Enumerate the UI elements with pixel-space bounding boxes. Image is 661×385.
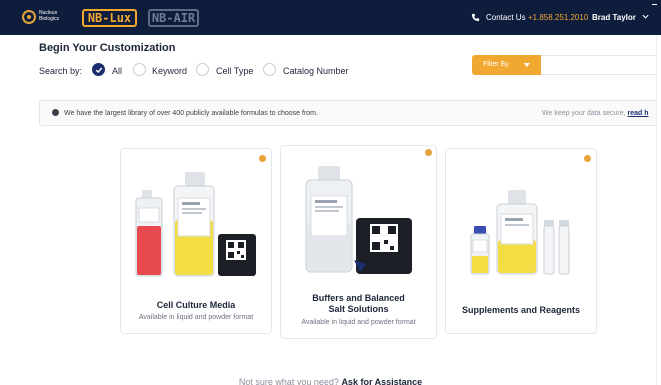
logo-text[interactable]: Nucleus Biologics	[39, 10, 69, 22]
radio-catalog-number-label[interactable]: Catalog Number	[283, 66, 349, 76]
info-banner-text: We have the largest library of over 400 …	[64, 110, 318, 117]
secure-data-notice: We keep your data secure, read h	[542, 110, 649, 117]
radio-keyword[interactable]	[133, 63, 146, 76]
caret-down-icon[interactable]	[524, 63, 530, 67]
card-title-buffers-line2[interactable]: Salt Solutions	[280, 304, 437, 315]
phone-icon	[471, 13, 480, 22]
contact-us-link[interactable]: Contact Us	[486, 13, 526, 22]
page-scrollbar[interactable]	[656, 35, 661, 385]
chevron-down-icon[interactable]	[641, 12, 650, 21]
filter-by-label[interactable]: Filter By	[483, 61, 509, 68]
user-menu[interactable]: Brad Taylor	[592, 13, 636, 22]
card-subtitle: Available in liquid and powder format	[301, 319, 416, 326]
card-indicator-dot	[259, 155, 266, 162]
search-by-label: Search by:	[39, 66, 83, 76]
buffers-salt-solutions-bottle-image	[305, 166, 412, 274]
radio-cell-type-label[interactable]: Cell Type	[216, 66, 253, 76]
card-indicator-dot	[584, 155, 591, 162]
card-subtitle: Available in liquid and powder format	[138, 314, 254, 321]
page-title: Begin Your Customization	[39, 42, 176, 54]
check-icon	[95, 67, 103, 73]
radio-all-label[interactable]: All	[112, 66, 122, 76]
assistance-prompt-text: Not sure what you need?	[238, 377, 339, 385]
radio-keyword-label[interactable]: Keyword	[152, 66, 187, 76]
read-more-link[interactable]: read h	[627, 110, 648, 117]
nb-air-badge[interactable]: NB-AIR	[148, 9, 199, 27]
contact-phone-number[interactable]: +1.858.251.2010	[528, 13, 588, 22]
top-navigation-bar: Nucleus Biologics NB-Lux NB-AIR Contact …	[0, 0, 661, 35]
info-icon	[52, 109, 59, 116]
radio-all[interactable]	[92, 63, 105, 76]
cell-culture-media-bottles-image	[135, 172, 256, 277]
ask-for-assistance-link[interactable]: Ask for Assistance	[341, 377, 422, 385]
card-indicator-dot	[425, 149, 432, 156]
card-title-cell-culture-media[interactable]: Cell Culture Media	[120, 300, 272, 311]
radio-cell-type[interactable]	[196, 63, 209, 76]
card-title-buffers-line1[interactable]: Buffers and Balanced	[280, 293, 437, 304]
nb-lux-badge[interactable]: NB-Lux	[82, 9, 137, 27]
card-title-supplements-reagents[interactable]: Supplements and Reagents	[445, 305, 597, 316]
supplements-reagents-bottles-image	[470, 190, 570, 275]
radio-catalog-number[interactable]	[263, 63, 276, 76]
secure-data-text: We keep your data secure,	[542, 110, 626, 117]
assistance-prompt: Not sure what you need? Ask for Assistan…	[0, 377, 661, 385]
minimize-dash	[652, 4, 657, 5]
nucleus-biologics-logo-icon[interactable]	[22, 10, 36, 24]
